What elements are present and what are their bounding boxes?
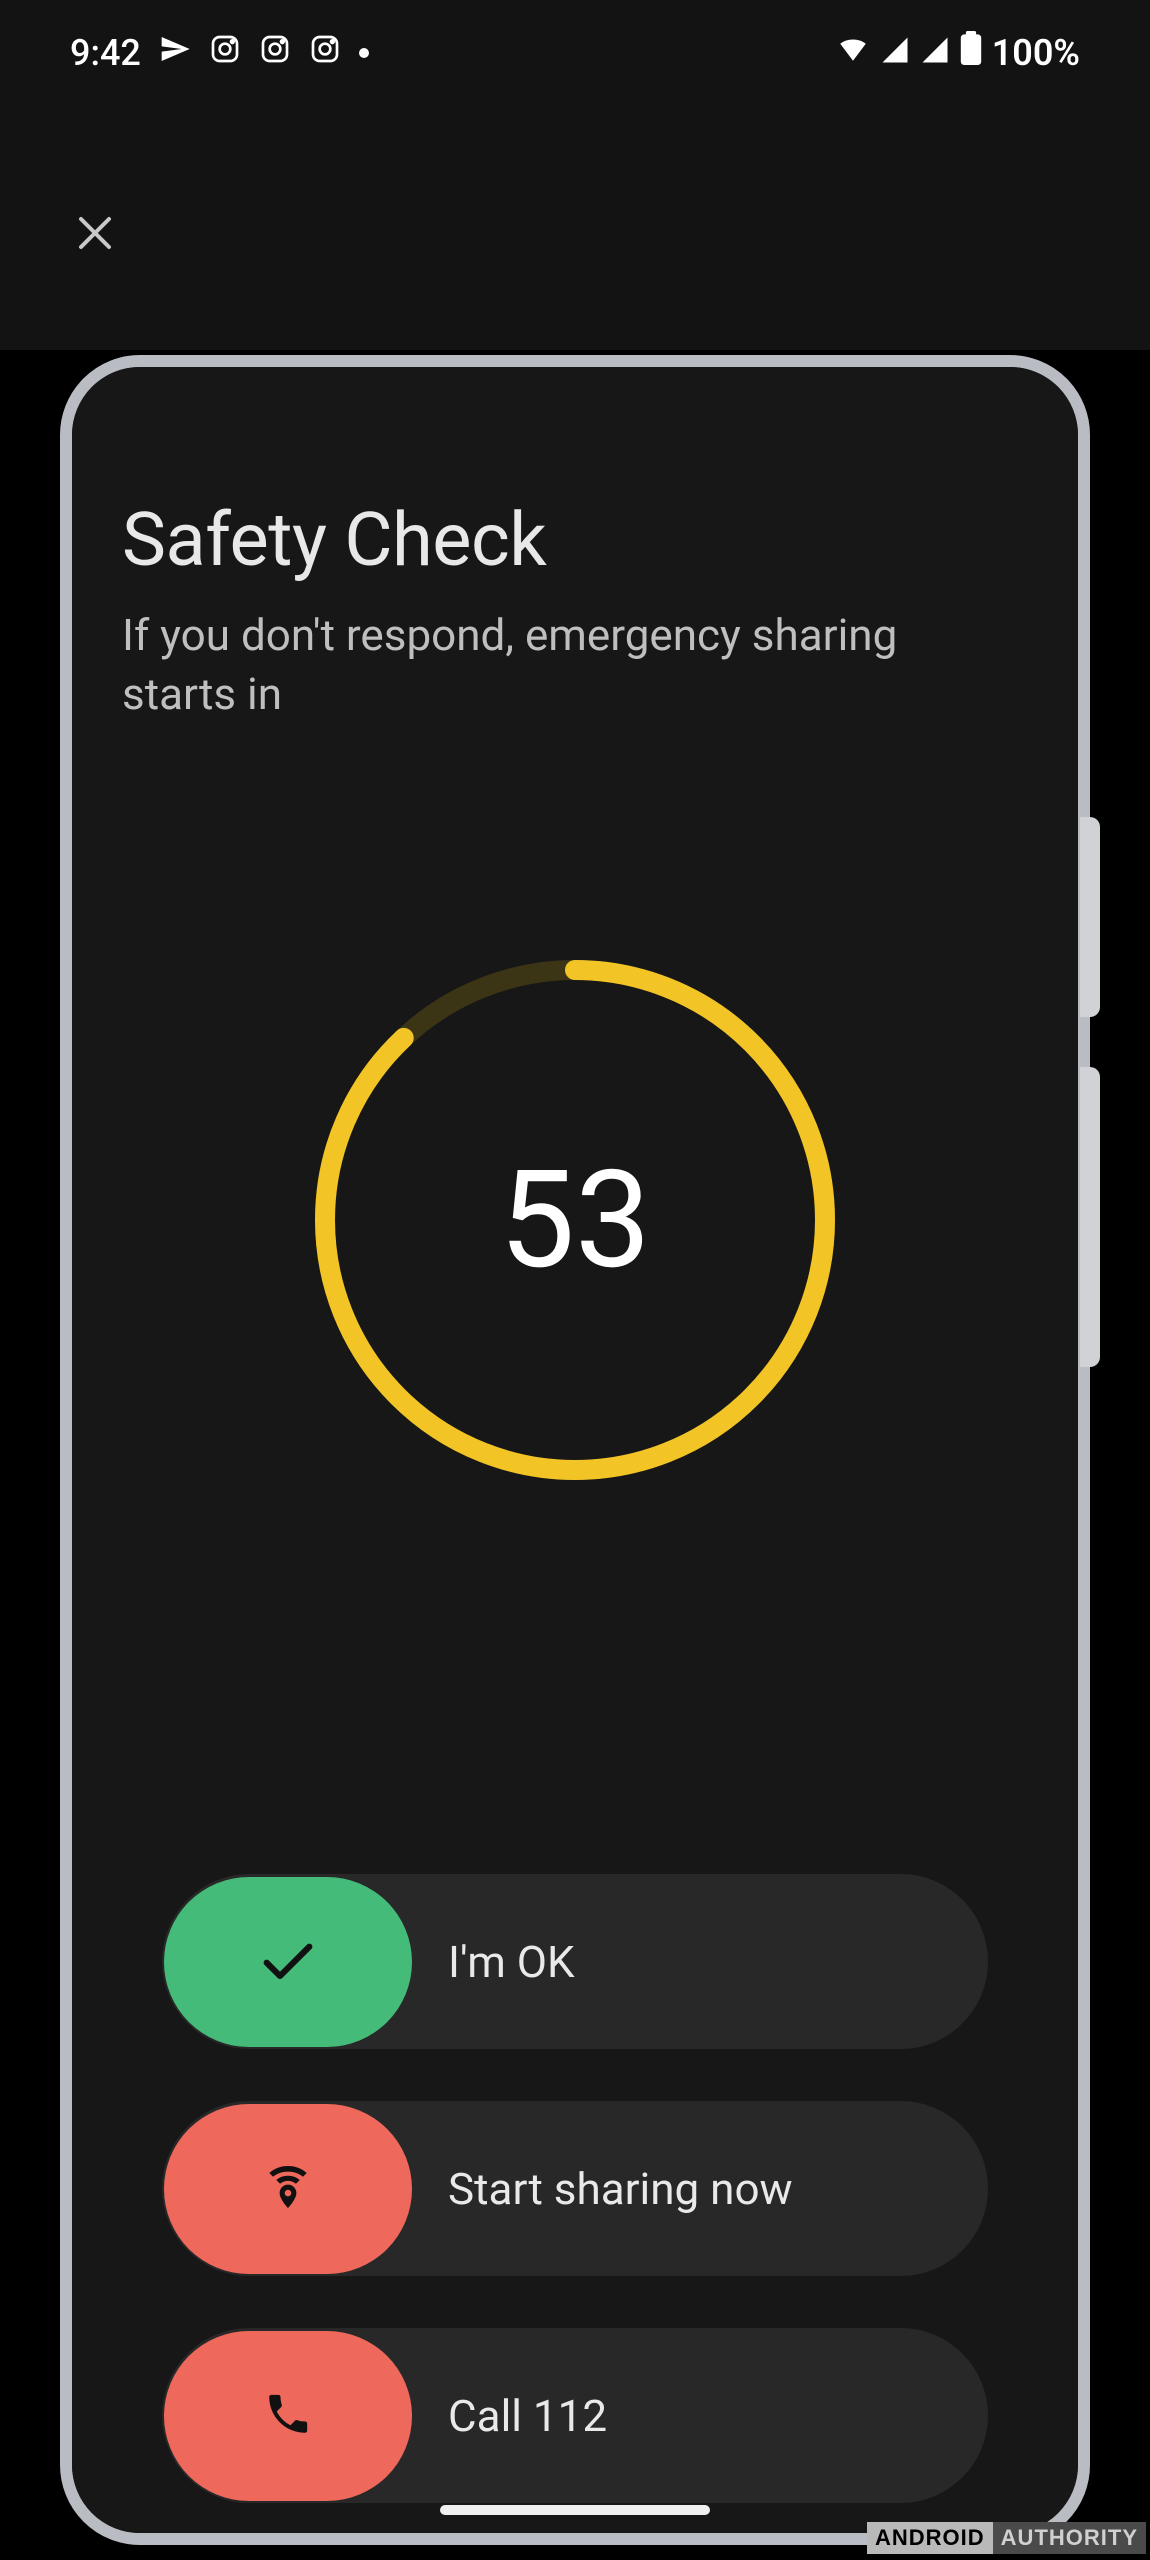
wifi-icon bbox=[836, 31, 870, 74]
action-label: Call 112 bbox=[448, 2390, 607, 2442]
action-list: I'm OK Start sharing now bbox=[162, 1874, 988, 2503]
power-button bbox=[1080, 1067, 1100, 1367]
volume-button bbox=[1080, 817, 1100, 1017]
status-bar: 9:42 bbox=[0, 0, 1150, 105]
signal-icon bbox=[920, 32, 950, 74]
watermark-part2: AUTHORITY bbox=[993, 2522, 1146, 2554]
close-button[interactable] bbox=[55, 195, 135, 275]
im-ok-button[interactable]: I'm OK bbox=[162, 1874, 988, 2049]
device-frame: Safety Check If you don't respond, emerg… bbox=[60, 355, 1090, 2545]
gesture-nav-pill[interactable] bbox=[440, 2505, 710, 2515]
close-icon bbox=[71, 209, 119, 261]
watermark-part1: ANDROID bbox=[867, 2522, 993, 2554]
page-subtitle: If you don't respond, emergency sharing … bbox=[122, 606, 952, 725]
action-label: Start sharing now bbox=[448, 2163, 793, 2215]
start-sharing-button[interactable]: Start sharing now bbox=[162, 2101, 988, 2276]
check-pill bbox=[164, 1877, 412, 2047]
notification-dot-icon bbox=[359, 48, 369, 58]
safety-check-screen: Safety Check If you don't respond, emerg… bbox=[72, 367, 1078, 2533]
status-bar-left: 9:42 bbox=[70, 32, 369, 74]
action-label: I'm OK bbox=[448, 1936, 575, 1988]
countdown-value: 53 bbox=[310, 955, 840, 1485]
instagram-icon bbox=[259, 32, 291, 74]
share-pill bbox=[164, 2104, 412, 2274]
countdown-container: 53 bbox=[122, 955, 1028, 1485]
call-pill bbox=[164, 2331, 412, 2501]
send-icon bbox=[159, 32, 191, 74]
check-icon bbox=[256, 1928, 320, 1996]
watermark: ANDROID AUTHORITY bbox=[867, 2522, 1146, 2554]
status-bar-right: 100% bbox=[836, 31, 1080, 74]
call-emergency-button[interactable]: Call 112 bbox=[162, 2328, 988, 2503]
status-time: 9:42 bbox=[70, 32, 141, 74]
battery-percent: 100% bbox=[992, 32, 1080, 74]
battery-icon bbox=[960, 31, 982, 74]
countdown-ring: 53 bbox=[310, 955, 840, 1485]
page-title: Safety Check bbox=[122, 497, 1028, 584]
phone-icon bbox=[263, 2389, 313, 2443]
signal-icon bbox=[880, 32, 910, 74]
instagram-icon bbox=[309, 32, 341, 74]
location-share-icon bbox=[260, 2159, 316, 2219]
instagram-icon bbox=[209, 32, 241, 74]
app-header-area: 9:42 bbox=[0, 0, 1150, 350]
